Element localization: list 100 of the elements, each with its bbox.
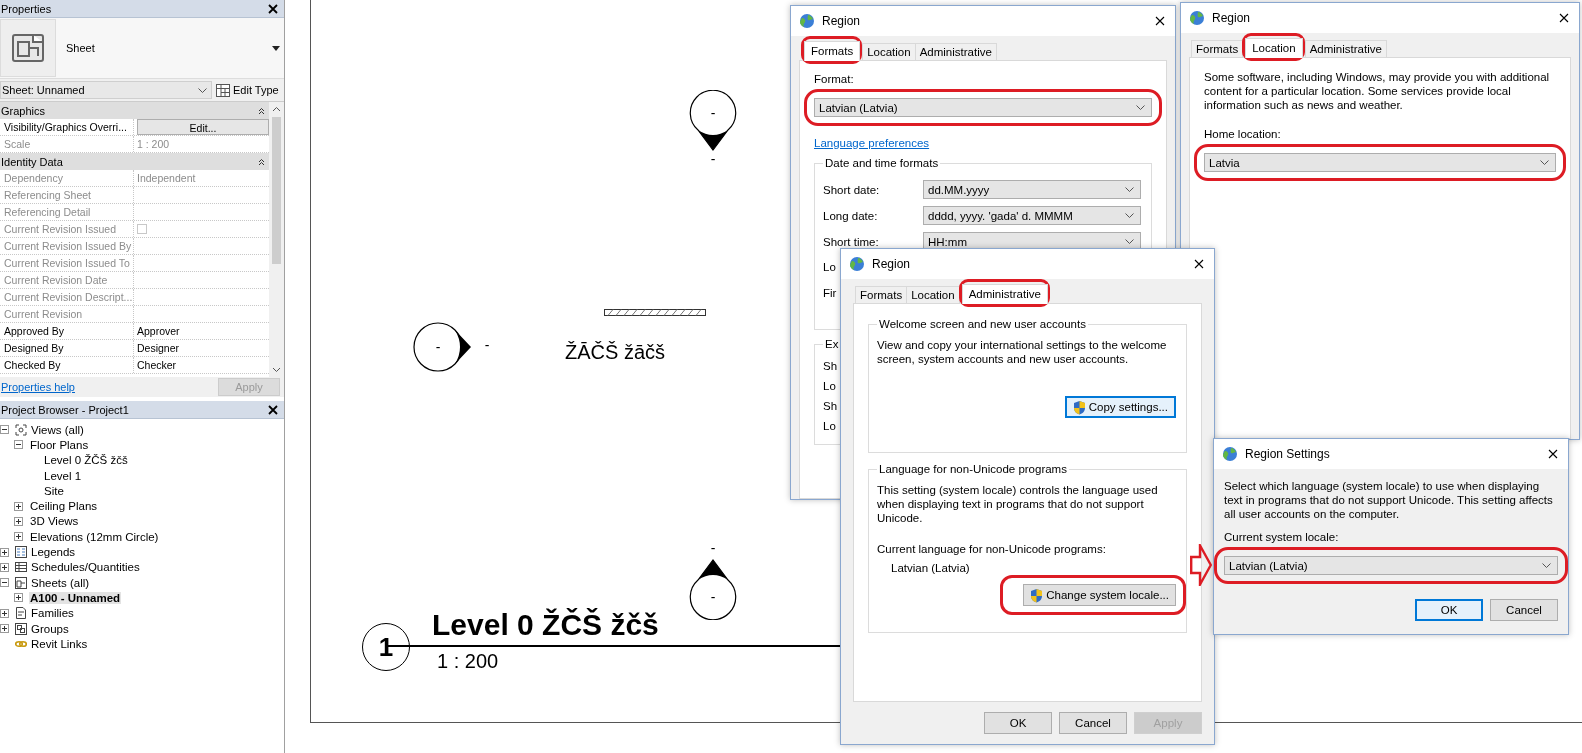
tab[interactable]: Administrative [914, 43, 997, 60]
tree-item[interactable]: Schedules/Quantities [30, 561, 141, 574]
close-icon[interactable] [268, 3, 278, 14]
tree-item[interactable]: Legends [30, 546, 77, 558]
dialog-button[interactable]: Copy settings... [1064, 396, 1176, 418]
description-text: Some software, including Windows, may provide you with additional content for a particular location. Some services provide local information such as news and weather. [1204, 70, 1551, 112]
dialog-button[interactable]: OK [984, 712, 1052, 734]
tree-item[interactable]: Revit Links [30, 637, 89, 650]
tab[interactable]: Location [906, 286, 960, 303]
close-icon[interactable] [1559, 13, 1569, 23]
dialog-button[interactable]: Change system locale... [1023, 584, 1176, 606]
chevron-icon[interactable] [1540, 160, 1549, 165]
close-icon[interactable] [268, 404, 278, 415]
expander-icon[interactable] [0, 425, 9, 435]
type-selector[interactable]: Sheet [0, 18, 284, 79]
property-label: Current Revision Descript... [0, 289, 134, 305]
property-value: 1 : 200 [136, 137, 171, 152]
tree-item[interactable]: Groups [30, 622, 70, 635]
chevron-icon[interactable] [1542, 563, 1551, 568]
tree-item[interactable]: Sheets (all) [30, 576, 91, 589]
close-icon[interactable] [1155, 16, 1165, 26]
description-text: This setting (system locale) controls the language used when displaying text in programs that do not support Unicode. [877, 483, 1159, 525]
dialog-button[interactable]: Cancel [1059, 712, 1127, 734]
language-preferences-link[interactable]: Language preferences [814, 137, 930, 149]
property-label: Current Revision [0, 306, 134, 322]
text-note: ŽĀČŠ žāčš [565, 341, 666, 364]
view-scale: 1 : 200 [437, 649, 499, 673]
field-label: Sh [823, 400, 838, 412]
expander-icon[interactable] [14, 440, 23, 450]
tab[interactable]: Administrative [1304, 40, 1387, 57]
description-text: Select which language (system locale) to use when displaying text in programs that do not support Unicode. This setting affects all user accounts on the computer. [1224, 479, 1554, 521]
field-value: Latvian (Latvia) [891, 562, 971, 574]
field-label: Current system locale: [1224, 531, 1340, 543]
expander-icon[interactable] [0, 608, 9, 618]
dropdown[interactable]: dddd, yyyy. 'gada' d. MMMM [923, 206, 1141, 225]
tree-item[interactable]: 3D Views [29, 515, 80, 528]
tab[interactable]: Location [862, 43, 916, 60]
chevron-icon[interactable] [1125, 187, 1134, 192]
expander-icon[interactable] [14, 593, 23, 603]
expander-icon[interactable] [0, 578, 9, 588]
dropdown[interactable]: Latvian (Latvia) [814, 98, 1152, 117]
close-icon[interactable] [1194, 259, 1204, 269]
collapse-icon[interactable] [258, 106, 265, 115]
shield-icon [1030, 587, 1044, 603]
tab[interactable]: Formats [804, 41, 861, 61]
group-header[interactable]: Graphics [0, 102, 269, 119]
tab[interactable]: Formats [855, 286, 908, 303]
group-header[interactable]: Identity Data [0, 153, 269, 170]
tree-item[interactable]: Families [30, 607, 75, 620]
sheet-icon [11, 33, 45, 63]
tree-item[interactable]: Views (all) [30, 423, 85, 436]
property-label: Referencing Detail [0, 204, 134, 220]
properties-help-link[interactable]: Properties help [1, 381, 75, 393]
chevron-icon[interactable] [1125, 239, 1134, 244]
property-label: Checked By [0, 357, 134, 373]
expander-icon[interactable] [0, 624, 9, 633]
tab[interactable]: Administrative [961, 284, 1048, 304]
field-label: Short date: [823, 183, 881, 196]
globe-icon [1222, 446, 1238, 462]
dropdown[interactable]: Latvia [1204, 153, 1556, 172]
property-value: Approver [136, 324, 181, 339]
scroll-thumb[interactable] [272, 117, 281, 264]
scrollbar[interactable] [269, 102, 284, 377]
tab[interactable]: Formats [1191, 40, 1244, 57]
type-dropdown[interactable]: Sheet: Unnamed [0, 81, 212, 99]
dropdown[interactable]: Latvian (Latvia) [1224, 556, 1558, 575]
property-label: Current Revision Issued By [0, 238, 134, 254]
property-label: Approved By [0, 323, 134, 339]
tree-item[interactable]: Elevations (12mm Circle) [29, 530, 160, 543]
dialog-button[interactable]: Cancel [1490, 599, 1558, 621]
tree-item[interactable]: Level 1 [43, 469, 83, 482]
description-text: View and copy your international settings to the welcome screen, system accounts and new user accounts. [877, 338, 1168, 366]
property-value: Designer [136, 341, 181, 356]
chevron-icon[interactable] [198, 87, 207, 93]
edit-button[interactable]: Edit... [137, 119, 269, 135]
expander-icon[interactable] [14, 516, 23, 526]
expander-icon[interactable] [14, 532, 23, 542]
chevron-icon[interactable] [1125, 213, 1134, 218]
tree-item[interactable]: Site [43, 484, 65, 497]
expander-icon[interactable] [0, 547, 9, 557]
expander-icon[interactable] [14, 501, 23, 511]
chevron-icon[interactable] [1136, 105, 1145, 110]
edit-type-button[interactable]: Edit Type [216, 83, 279, 97]
expander-icon[interactable] [0, 562, 9, 572]
marker-tag: - [484, 338, 490, 352]
caret-icon[interactable] [272, 45, 280, 51]
marker-label: - [710, 106, 716, 120]
tree-item[interactable]: Floor Plans [29, 438, 90, 451]
property-value: Independent [136, 171, 197, 186]
tree-item[interactable]: A100 - Unnamed [29, 591, 122, 604]
dialog-button[interactable]: OK [1415, 599, 1483, 621]
collapse-icon[interactable] [258, 157, 265, 166]
legend-icon [15, 546, 27, 558]
globe-icon [849, 256, 865, 272]
property-label: Current Revision Date [0, 272, 134, 288]
tab[interactable]: Location [1245, 38, 1303, 58]
dropdown[interactable]: dd.MM.yyyy [923, 180, 1141, 199]
tree-item[interactable]: Ceiling Plans [29, 500, 99, 513]
close-icon[interactable] [1548, 449, 1558, 459]
tree-item[interactable]: Level 0 ŽČŠ žčš [43, 454, 129, 467]
